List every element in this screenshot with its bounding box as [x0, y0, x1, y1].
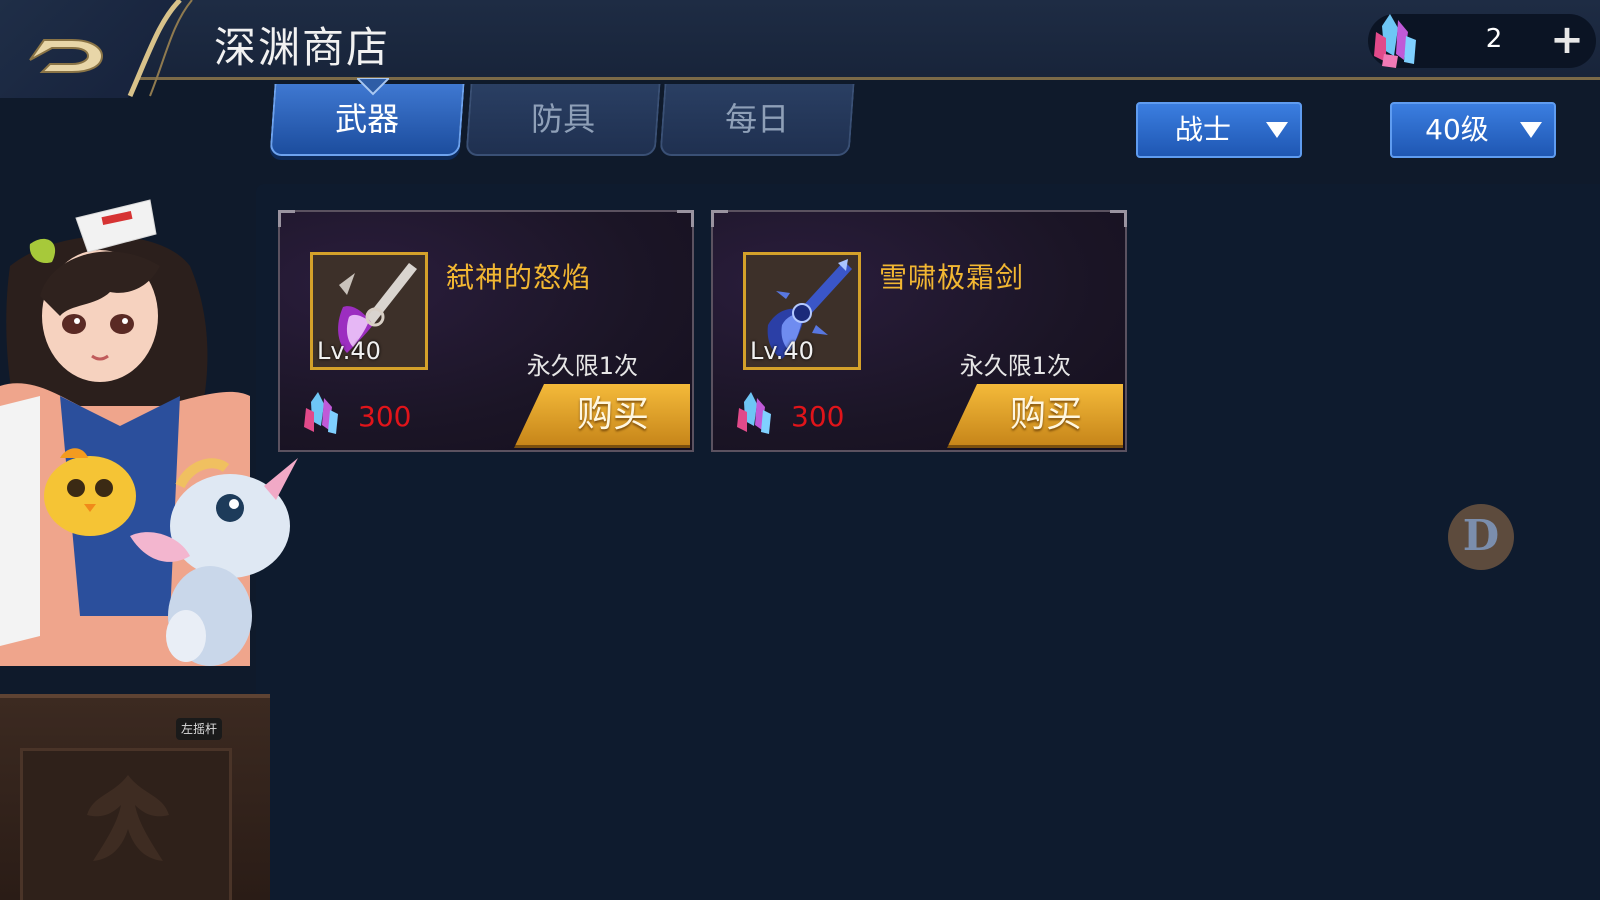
add-currency-button[interactable]: +	[1546, 20, 1588, 62]
item-level: Lv.40	[317, 337, 381, 365]
buy-button[interactable]: 购买	[514, 384, 690, 448]
pedestal-panel	[20, 748, 232, 900]
page-title: 深渊商店	[214, 23, 391, 72]
currency-display: 2 +	[1368, 14, 1596, 68]
tab-daily[interactable]: 每日	[659, 84, 855, 156]
active-tab-indicator-icon	[357, 78, 389, 96]
item-name: 弑神的怒焰	[446, 261, 592, 294]
item-price: 300	[358, 400, 412, 433]
level-dropdown[interactable]: 40级	[1390, 102, 1556, 158]
item-price: 300	[791, 400, 845, 433]
tab-label: 防具	[531, 100, 596, 138]
shop-item-card: Lv.40 弑神的怒焰 永久限1次 300 购买	[278, 210, 694, 452]
tab-armor[interactable]: 防具	[465, 84, 661, 156]
crystal-gem-icon	[737, 392, 771, 434]
back-arrow-icon	[29, 39, 104, 73]
class-dropdown[interactable]: 战士	[1136, 102, 1302, 158]
level-dropdown-label: 40级	[1425, 113, 1489, 146]
shop-item-card: Lv.40 雪啸极霜剑 永久限1次 300 购买	[711, 210, 1127, 452]
header-ornament	[127, 0, 193, 97]
item-icon-frame[interactable]: Lv.40	[743, 252, 861, 370]
item-level: Lv.40	[750, 337, 814, 365]
ornament-icon	[87, 775, 169, 861]
shopkeeper-character-illustration	[0, 199, 298, 666]
chevron-down-icon	[1266, 122, 1288, 138]
buy-button[interactable]: 购买	[947, 384, 1123, 448]
item-name: 雪啸极霜剑	[879, 261, 1025, 294]
tab-label: 每日	[725, 100, 790, 138]
left-joystick-label: 左摇杆	[176, 718, 222, 740]
class-dropdown-label: 战士	[1174, 113, 1231, 146]
item-icon-frame[interactable]: Lv.40	[310, 252, 428, 370]
crystal-gem-icon	[1374, 14, 1416, 68]
currency-amount: 2	[1485, 24, 1503, 54]
top-bar: 深渊商店 2 +	[0, 0, 1600, 98]
purchase-limit: 永久限1次	[959, 352, 1071, 380]
floating-assistant-button[interactable]: D	[1448, 504, 1514, 570]
character-pedestal	[0, 694, 270, 900]
chevron-down-icon	[1520, 122, 1542, 138]
purchase-limit: 永久限1次	[526, 352, 638, 380]
